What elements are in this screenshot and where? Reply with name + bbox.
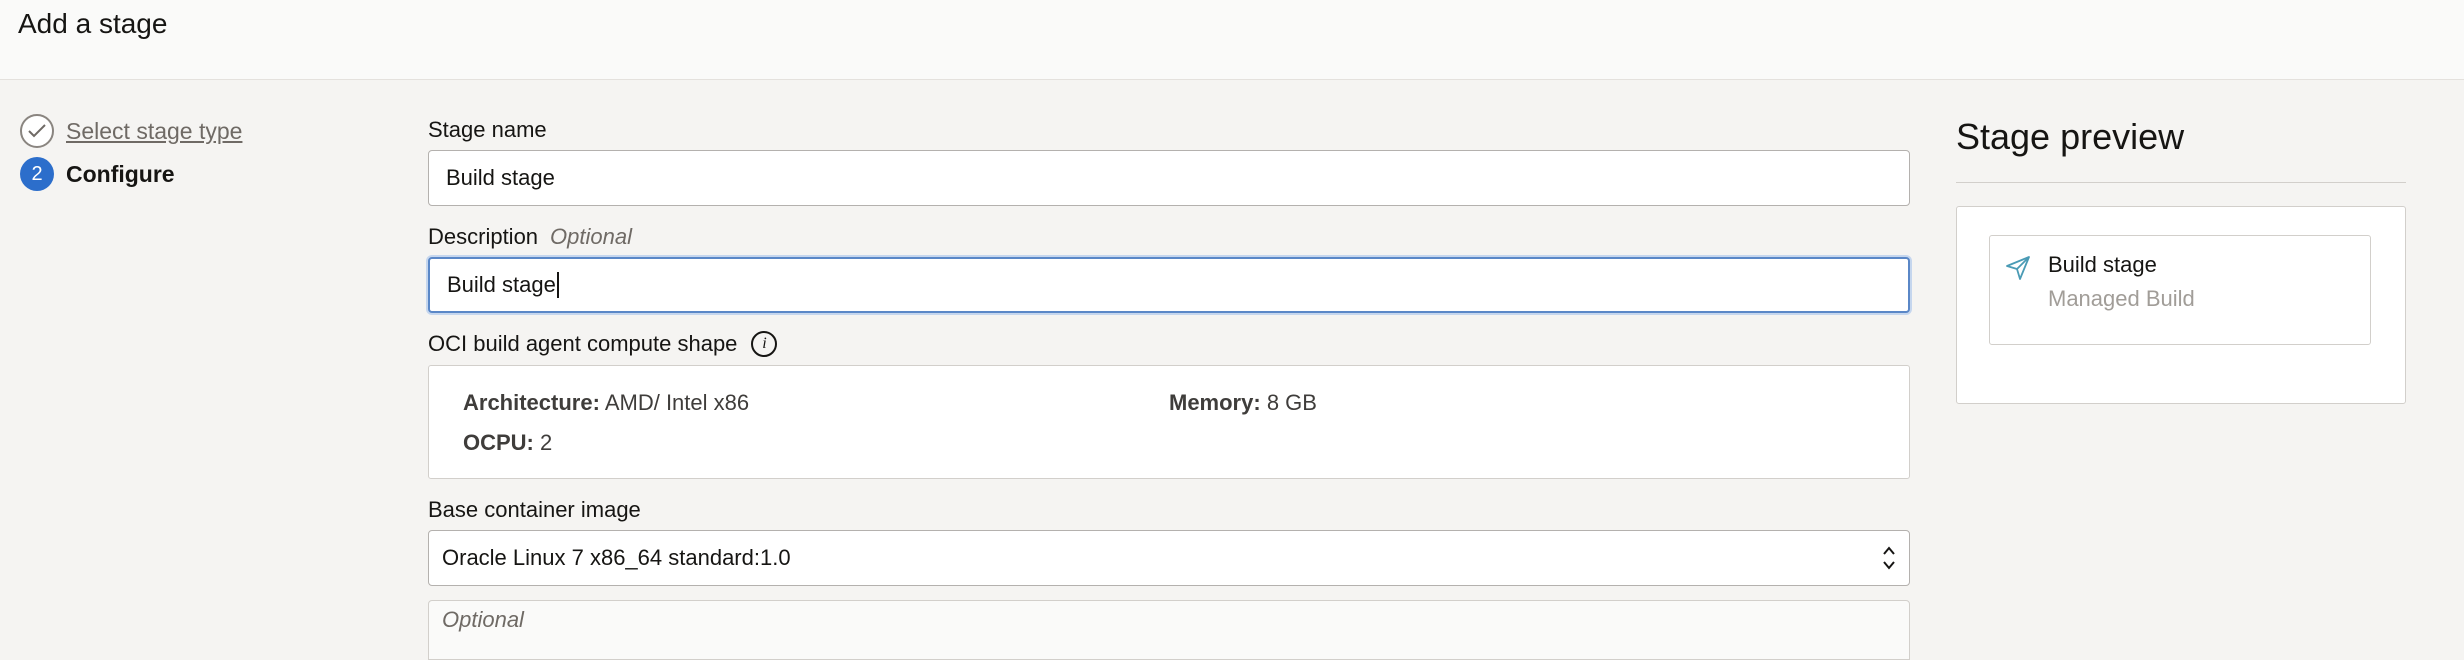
page-header: Add a stage: [0, 0, 2464, 80]
memory-value: 8 GB: [1266, 390, 1317, 415]
description-label: Description Optional: [428, 224, 632, 249]
step-select-stage-type[interactable]: Select stage type: [20, 114, 242, 148]
architecture-row: Architecture: AMD/ Intel x86: [463, 390, 749, 416]
description-optional-tag: Optional: [550, 224, 632, 249]
base-image-label: Base container image: [428, 497, 641, 522]
stage-preview-panel: Build stage Managed Build: [1956, 206, 2406, 404]
info-icon[interactable]: i: [751, 331, 778, 357]
stage-name-input[interactable]: Build stage: [428, 150, 1910, 206]
stage-name-label: Stage name: [428, 117, 547, 142]
stage-preview-title: Stage preview: [1956, 116, 2185, 157]
compute-shape-panel: Architecture: AMD/ Intel x86 Memory: 8 G…: [428, 365, 1910, 479]
stage-name-value: Build stage: [446, 165, 555, 190]
send-icon: [2006, 256, 2030, 280]
memory-row: Memory: 8 GB: [1169, 390, 1317, 416]
ocpu-key: OCPU:: [463, 430, 534, 455]
step-configure: 2 Configure: [20, 157, 175, 191]
architecture-value: AMD/ Intel x86: [604, 390, 750, 415]
page-title: Add a stage: [18, 8, 168, 39]
step-number-badge: 2: [20, 157, 54, 191]
base-image-select[interactable]: Oracle Linux 7 x86_64 standard:1.0: [428, 530, 1910, 586]
base-image-value: Oracle Linux 7 x86_64 standard:1.0: [442, 545, 791, 570]
step-label-select-stage-type[interactable]: Select stage type: [66, 118, 242, 145]
description-value: Build stage: [447, 272, 556, 297]
preview-divider: [1956, 182, 2406, 183]
stage-preview-card[interactable]: Build stage Managed Build: [1989, 235, 2371, 345]
preview-card-title: Build stage: [2048, 252, 2157, 277]
ocpu-row: OCPU: 2: [463, 430, 552, 456]
ocpu-value: 2: [540, 430, 553, 455]
step-label-configure: Configure: [66, 160, 175, 187]
optional-input[interactable]: Optional: [428, 600, 1910, 660]
architecture-key: Architecture:: [463, 390, 600, 415]
compute-shape-label: OCI build agent compute shape i: [428, 331, 778, 357]
optional-placeholder: Optional: [442, 607, 524, 632]
preview-card-subtitle: Managed Build: [2048, 286, 2195, 311]
chevron-up-down-icon: [1883, 546, 1895, 570]
description-input[interactable]: Build stage: [428, 257, 1910, 313]
text-caret: [556, 272, 559, 298]
memory-key: Memory:: [1169, 390, 1261, 415]
check-icon: [20, 114, 54, 148]
